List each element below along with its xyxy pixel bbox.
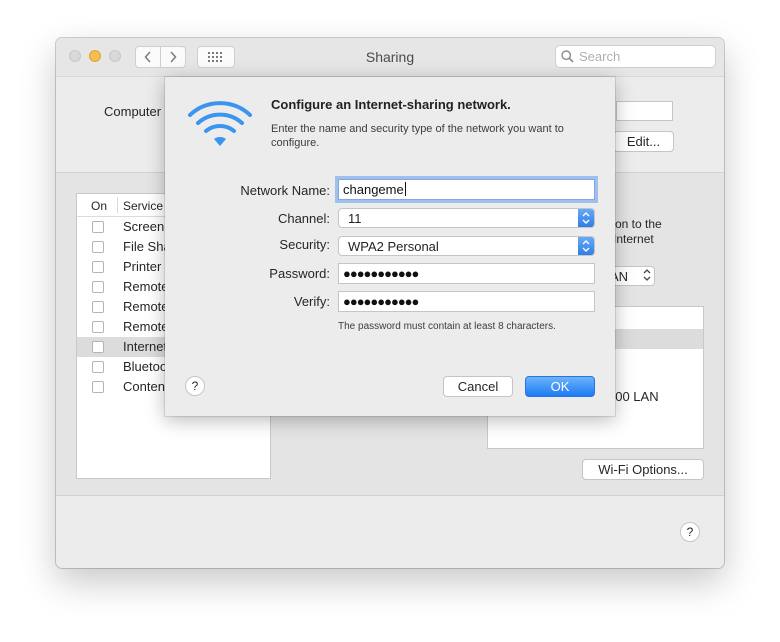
wifi-icon (188, 101, 252, 146)
verify-value: ●●●●●●●●●●● (343, 294, 419, 309)
column-divider (117, 197, 118, 213)
security-label: Security: (279, 237, 330, 252)
search-placeholder: Search (579, 49, 621, 64)
service-label: Content (123, 379, 169, 394)
service-label: Bluetoo (123, 359, 168, 374)
password-label: Password: (269, 266, 330, 281)
text-cursor (404, 182, 406, 196)
computer-name-label: Computer (104, 104, 162, 119)
service-label: Remote (123, 279, 169, 294)
service-checkbox[interactable] (92, 241, 104, 253)
computer-name-field[interactable] (616, 101, 673, 121)
security-value: WPA2 Personal (348, 239, 439, 254)
password-field[interactable]: ●●●●●●●●●●● (338, 263, 595, 284)
service-label: Remote (123, 299, 169, 314)
port-label: 000 LAN (608, 389, 659, 404)
column-header-service: Service (123, 199, 164, 213)
network-name-value: changeme (343, 182, 406, 197)
password-hint: The password must contain at least 8 cha… (338, 321, 556, 332)
channel-popup[interactable]: 11 (338, 208, 595, 228)
column-header-on: On (91, 199, 108, 213)
password-value: ●●●●●●●●●●● (343, 266, 419, 281)
help-button[interactable]: ? (680, 522, 700, 542)
ok-button[interactable]: OK (525, 376, 595, 397)
service-checkbox[interactable] (92, 301, 104, 313)
sheet-title: Configure an Internet-sharing network. (271, 97, 511, 112)
network-name-label: Network Name: (240, 183, 330, 198)
verify-field[interactable]: ●●●●●●●●●●● (338, 291, 595, 312)
service-label: Remote (123, 319, 169, 334)
edit-button[interactable]: Edit... (613, 131, 674, 152)
chevron-updown-icon (578, 237, 594, 255)
service-checkbox[interactable] (92, 381, 104, 393)
sheet-help-button[interactable]: ? (185, 376, 205, 396)
network-name-field[interactable]: changeme (338, 179, 595, 200)
title-bar: Sharing Search (56, 38, 724, 76)
channel-value: 11 (348, 211, 362, 226)
service-checkbox[interactable] (92, 321, 104, 333)
channel-label: Channel: (277, 211, 330, 226)
verify-label: Verify: (293, 294, 330, 309)
service-checkbox[interactable] (92, 361, 104, 373)
search-field[interactable]: Search (555, 45, 716, 68)
service-label: File Sha (123, 239, 171, 254)
cancel-button[interactable]: Cancel (443, 376, 513, 397)
search-icon (561, 50, 574, 63)
service-checkbox[interactable] (92, 221, 104, 233)
service-checkbox[interactable] (92, 281, 104, 293)
service-label: Printer (123, 259, 162, 274)
chevron-updown-icon (578, 209, 594, 227)
chevron-updown-icon (643, 269, 651, 281)
service-label: Screen (123, 219, 165, 234)
sheet-description: Enter the name and security type of the … (271, 123, 564, 149)
service-checkbox[interactable] (92, 341, 104, 353)
service-checkbox[interactable] (92, 261, 104, 273)
service-label: Internet (123, 339, 168, 354)
security-popup[interactable]: WPA2 Personal (338, 236, 595, 256)
internet-sharing-sheet: Configure an Internet-sharing network. E… (165, 77, 615, 416)
wifi-options-button[interactable]: Wi-Fi Options... (582, 459, 704, 480)
